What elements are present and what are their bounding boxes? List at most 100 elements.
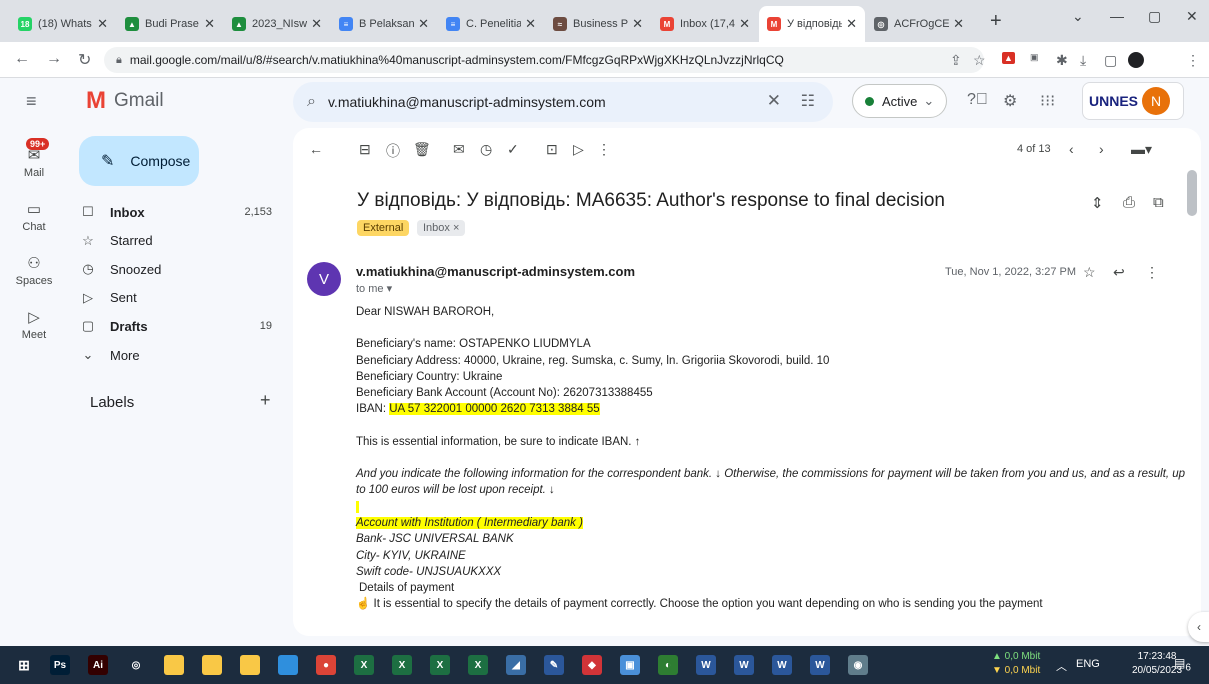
message-more-icon[interactable]: ⋮ [1145, 264, 1159, 281]
taskbar-excel-4-icon[interactable]: X [468, 655, 488, 675]
browser-tab[interactable]: ≈ Business P ✕ [545, 6, 651, 42]
sender-avatar[interactable]: V [307, 262, 341, 296]
compose-button[interactable]: ✎ Compose [79, 136, 199, 186]
nav-item-inbox[interactable]: ☐ Inbox 2,153 [68, 198, 278, 226]
browser-tab[interactable]: M У відповідь ✕ [759, 6, 865, 42]
show-side-panel-button[interactable]: ‹ [1188, 612, 1209, 642]
search-icon[interactable]: ⌕ [307, 93, 316, 111]
tab-close-icon[interactable]: ✕ [846, 16, 857, 32]
taskbar-app-13-icon[interactable]: ◢ [506, 655, 526, 675]
label-icon[interactable]: ▷ [573, 141, 584, 158]
tab-search-icon[interactable]: ⌄ [1072, 8, 1084, 25]
move-to-icon[interactable]: ⊡ [546, 141, 558, 158]
language-indicator[interactable]: ENG [1076, 658, 1100, 670]
taskbar-chrome-icon[interactable]: ● [316, 655, 336, 675]
taskbar-excel-1-icon[interactable]: X [354, 655, 374, 675]
mark-unread-icon[interactable]: ✉ [453, 141, 465, 158]
extension-red-icon[interactable]: ▲ [1002, 52, 1015, 64]
clear-search-icon[interactable]: ✕ [767, 91, 781, 111]
browser-tab[interactable]: ◎ ACFrOgCE ✕ [866, 6, 972, 42]
forward-arrow-icon[interactable]: → [46, 50, 62, 68]
back-to-search-icon[interactable]: ← [309, 141, 323, 157]
reply-icon[interactable]: ↩ [1113, 264, 1125, 281]
taskbar-app-7-icon[interactable] [278, 655, 298, 675]
minimize-icon[interactable]: — [1110, 8, 1124, 24]
taskbar-photoshop-icon[interactable]: Ps [50, 655, 70, 675]
taskbar-app-15-icon[interactable]: ◆ [582, 655, 602, 675]
side-panel-icon[interactable]: ▢ [1104, 52, 1117, 69]
older-chevron-icon[interactable]: › [1099, 141, 1104, 157]
taskbar-excel-2-icon[interactable]: X [392, 655, 412, 675]
browser-menu-icon[interactable]: ⋮ [1186, 52, 1200, 69]
profile-icon[interactable] [1128, 52, 1144, 68]
close-window-icon[interactable]: ✕ [1186, 8, 1198, 25]
windows-start-icon[interactable]: ⊞ [14, 655, 34, 675]
star-icon[interactable]: ☆ [1083, 264, 1096, 281]
extension-grey-icon[interactable]: ▣ [1030, 52, 1039, 63]
expand-all-icon[interactable]: ⇕ [1091, 194, 1104, 212]
taskbar-word-1-icon[interactable]: W [696, 655, 716, 675]
nav-item-starred[interactable]: ☆ Starred [68, 227, 278, 255]
nav-item-drafts[interactable]: ▢ Drafts 19 [68, 312, 278, 340]
tray-expand-icon[interactable]: ︿ [1056, 658, 1067, 674]
search-bar[interactable]: ⌕ v.matiukhina@manuscript-adminsystem.co… [293, 82, 833, 122]
input-tools-icon[interactable]: ▬▾ [1131, 141, 1152, 158]
add-label-icon[interactable]: + [260, 390, 271, 411]
browser-tab[interactable]: M Inbox (17,4 ✕ [652, 6, 758, 42]
nav-item-more[interactable]: ⌄ More [68, 341, 278, 369]
taskbar-word-4-icon[interactable]: W [810, 655, 830, 675]
gmail-logo[interactable]: M Gmail [86, 87, 164, 115]
new-tab-icon[interactable]: + [990, 10, 1002, 33]
bookmark-star-icon[interactable]: ☆ [973, 52, 986, 69]
newer-chevron-icon[interactable]: ‹ [1069, 141, 1074, 157]
browser-tab[interactable]: ▲ 2023_NIsw ✕ [224, 6, 330, 42]
taskbar-app-3-icon[interactable]: ◎ [126, 655, 146, 675]
nav-item-sent[interactable]: ▷ Sent [68, 284, 278, 312]
main-menu-icon[interactable]: ≡ [26, 91, 37, 112]
maximize-icon[interactable]: ▢ [1148, 8, 1161, 25]
reload-icon[interactable]: ↻ [78, 50, 91, 70]
tab-close-icon[interactable]: ✕ [418, 16, 429, 32]
rail-meet[interactable]: ▷ Meet [10, 308, 58, 341]
scrollbar-thumb[interactable] [1187, 170, 1197, 216]
tab-close-icon[interactable]: ✕ [739, 16, 750, 32]
rail-mail[interactable]: ✉ Mail [10, 146, 58, 179]
rail-spaces[interactable]: ⚇ Spaces [10, 254, 58, 287]
rail-chat[interactable]: ▭ Chat [10, 200, 58, 233]
tab-close-icon[interactable]: ✕ [204, 16, 215, 32]
help-icon[interactable]: ?⃝ [967, 91, 988, 109]
extensions-puzzle-icon[interactable]: ✱ [1056, 52, 1068, 69]
snooze-icon[interactable]: ◷ [480, 141, 492, 158]
tab-close-icon[interactable]: ✕ [525, 16, 536, 32]
print-icon[interactable]: ⎙ [1123, 194, 1135, 211]
account-avatar[interactable]: N [1142, 87, 1170, 115]
back-arrow-icon[interactable]: ← [14, 50, 30, 68]
taskbar-app-17-icon[interactable]: ◐ [658, 655, 678, 675]
notification-center-icon[interactable]: ▤6 [1174, 656, 1194, 674]
browser-tab[interactable]: ≡ C. Penelitia ✕ [438, 6, 544, 42]
share-icon[interactable]: ⇪ [950, 52, 962, 69]
inbox-label-chip[interactable]: Inbox × [417, 220, 466, 236]
settings-gear-icon[interactable]: ⚙ [1003, 91, 1017, 111]
taskbar-excel-3-icon[interactable]: X [430, 655, 450, 675]
apps-grid-icon[interactable]: ⁝⁝⁝ [1040, 91, 1055, 111]
browser-tab[interactable]: ≡ B Pelaksan ✕ [331, 6, 437, 42]
address-bar[interactable]: 🔒︎ mail.google.com/mail/u/8/#search/v.ma… [104, 47, 984, 73]
sender-email[interactable]: v.matiukhina@manuscript-adminsystem.com [356, 264, 635, 279]
report-spam-icon[interactable]: ⓘ [386, 141, 400, 161]
download-icon[interactable]: ⤓ [1080, 52, 1086, 69]
browser-tab[interactable]: 18 (18) Whats ✕ [10, 6, 116, 42]
taskbar-folder-1-icon[interactable] [164, 655, 184, 675]
nav-item-snoozed[interactable]: ◷ Snoozed [68, 255, 278, 283]
status-selector[interactable]: Active ⌄ [852, 84, 948, 118]
tab-close-icon[interactable]: ✕ [632, 16, 643, 32]
taskbar-folder-3-icon[interactable] [240, 655, 260, 675]
taskbar-folder-2-icon[interactable] [202, 655, 222, 675]
tab-close-icon[interactable]: ✕ [97, 16, 108, 32]
taskbar-app-22-icon[interactable]: ◉ [848, 655, 868, 675]
taskbar-app-14-icon[interactable]: ✎ [544, 655, 564, 675]
archive-icon[interactable]: ⊟ [359, 141, 371, 158]
delete-icon[interactable]: 🗑︎ [413, 141, 431, 158]
tab-close-icon[interactable]: ✕ [953, 16, 964, 32]
taskbar-illustrator-icon[interactable]: Ai [88, 655, 108, 675]
